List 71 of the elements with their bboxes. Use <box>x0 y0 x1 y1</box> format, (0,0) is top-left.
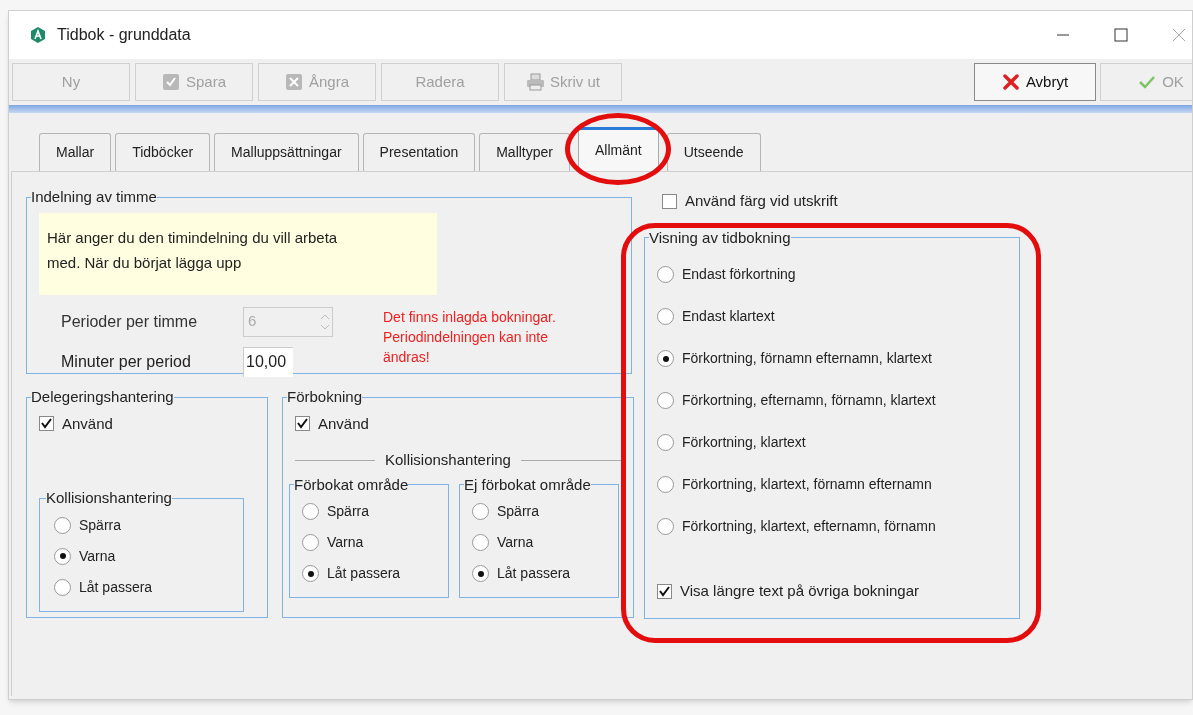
checkbox[interactable] <box>657 583 672 599</box>
checkbox-label: Använd färg vid utskrift <box>685 191 838 211</box>
radio-label: Varna <box>327 533 364 552</box>
radio-label: Varna <box>79 546 116 566</box>
checkbox-label: Använd <box>318 413 369 434</box>
tab[interactable]: Malluppsättningar <box>214 133 359 171</box>
radio-label: Spärra <box>79 515 122 535</box>
separator-label: Kollisionshantering <box>385 450 511 470</box>
checkbox[interactable] <box>39 416 54 432</box>
radio-button[interactable] <box>472 565 489 582</box>
radio-label: Låt passera <box>327 564 401 583</box>
checkmark-icon <box>297 418 308 430</box>
tab[interactable]: Mallar <box>39 133 112 171</box>
checkmark-icon <box>41 418 52 430</box>
radio-button[interactable] <box>657 476 674 493</box>
radio-button[interactable] <box>472 534 489 551</box>
radio-button[interactable] <box>302 565 319 582</box>
radio-label: Låt passera <box>79 577 153 597</box>
group-title: Delegeringshantering <box>31 387 174 407</box>
checkbox[interactable] <box>295 416 310 432</box>
field-label: Perioder per timme <box>61 311 199 332</box>
field-label: Minuter per period <box>61 351 192 372</box>
window-title: Tidbok - grunddata <box>57 25 191 45</box>
radio-button[interactable] <box>54 578 71 596</box>
tab[interactable]: Allmänt <box>578 127 659 171</box>
radio-label: Spärra <box>497 502 540 521</box>
radio-button[interactable] <box>657 308 674 325</box>
input-field[interactable]: 10,00 <box>243 346 293 377</box>
radio-label: Förkortning, klartext, förnamn efternamn <box>682 475 932 494</box>
tab[interactable]: Presentation <box>362 133 476 171</box>
checkbox[interactable] <box>662 193 677 209</box>
checkmark-icon <box>659 585 670 597</box>
group-title: Kollisionshantering <box>46 488 172 508</box>
group-title: Förbokat område <box>294 474 409 495</box>
maximize-icon[interactable] <box>1114 28 1128 42</box>
radio-button[interactable] <box>657 518 674 535</box>
radio-label: Spärra <box>327 502 370 521</box>
group-title: Visning av tidbokning <box>649 227 791 248</box>
radio-label: Endast klartext <box>682 307 775 326</box>
tab[interactable]: Malltyper <box>479 133 570 171</box>
radio-label: Låt passera <box>497 564 571 583</box>
radio-button[interactable] <box>472 503 489 520</box>
checkbox-label: Visa längre text på övriga bokningar <box>680 581 920 601</box>
radio-button[interactable] <box>54 547 71 565</box>
close-icon <box>1001 73 1020 91</box>
radio-label: Förkortning, klartext <box>682 433 806 452</box>
close-icon[interactable] <box>1172 28 1186 42</box>
radio-button[interactable] <box>302 503 319 520</box>
radio-label: Förkortning, klartext, efternamn, förnamn <box>682 517 936 536</box>
group-title: Ej förbokat område <box>464 474 591 495</box>
radio-button[interactable] <box>657 434 674 451</box>
radio-button[interactable] <box>657 350 674 367</box>
toolbar-button[interactable]: Avbryt <box>974 63 1096 101</box>
radio-button[interactable] <box>657 392 674 409</box>
group-title: Indelning av timme <box>31 187 157 207</box>
radio-label: Förkortning, förnamn efternamn, klartext <box>682 349 932 368</box>
printer-icon <box>526 73 544 91</box>
warning-text: Det finns inlagda bokningar. Periodindelningen kan inte ändras! <box>383 307 557 367</box>
radio-button[interactable] <box>657 266 674 283</box>
tab[interactable]: Tidböcker <box>115 133 211 171</box>
cancel-box-icon <box>285 73 303 91</box>
radio-label: Förkortning, efternamn, förnamn, klartext <box>682 391 936 410</box>
checkbox-label: Använd <box>62 413 113 434</box>
info-text: Här anger du den timindelning du vill arbeta med. När du börjat lägga upp <box>39 212 437 295</box>
radio-label: Varna <box>497 533 534 552</box>
radio-label: Endast förkortning <box>682 265 796 284</box>
radio-button[interactable] <box>302 534 319 551</box>
group-title: Förbokning <box>287 387 363 407</box>
tab[interactable]: Utseende <box>666 133 761 171</box>
app-logo-icon <box>29 26 47 44</box>
radio-button[interactable] <box>54 516 71 534</box>
